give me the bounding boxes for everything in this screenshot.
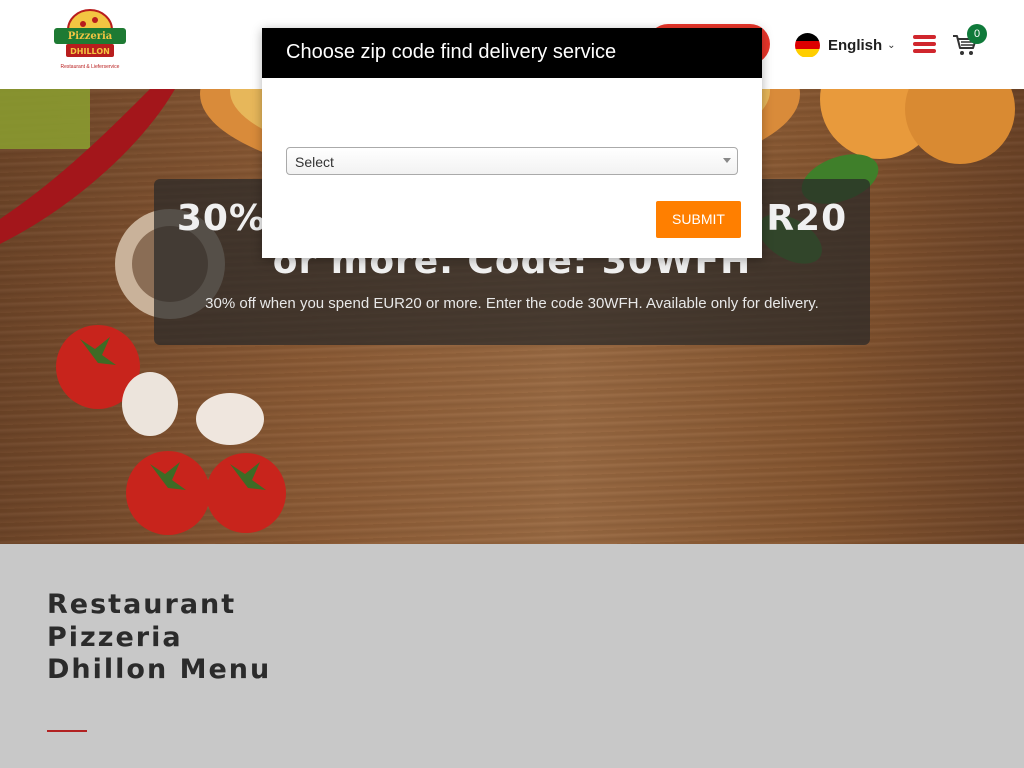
modal-header: Choose zip code find delivery service [262, 28, 762, 78]
select-value: Select [295, 154, 334, 170]
language-selector[interactable]: English ⌄ [795, 32, 896, 58]
pizza-logo-icon: Pizzeria DHILLON [54, 9, 126, 57]
zip-code-select[interactable]: Select [286, 147, 738, 175]
menu-heading: Restaurant Pizzeria Dhillon Menu [47, 589, 272, 685]
heading-underline [47, 730, 87, 732]
logo-tagline: Restaurant & Lieferservice [60, 64, 120, 70]
hamburger-menu-icon[interactable] [913, 35, 936, 53]
zip-code-modal: Choose zip code find delivery service Se… [262, 28, 762, 258]
cart-count-badge: 0 [967, 24, 987, 44]
language-label: English [828, 36, 883, 54]
menu-section: Restaurant Pizzeria Dhillon Menu [0, 544, 1024, 768]
submit-button[interactable]: SUBMIT [656, 201, 741, 238]
dropdown-arrow-icon [723, 158, 731, 163]
germany-flag-icon [795, 32, 820, 58]
svg-text:DHILLON: DHILLON [70, 47, 110, 56]
promo-description: 30% off when you spend EUR20 or more. En… [205, 295, 819, 312]
svg-text:Pizzeria: Pizzeria [68, 31, 113, 42]
modal-title: Choose zip code find delivery service [286, 41, 617, 63]
pizzeria-logo[interactable]: Pizzeria DHILLON Restaurant & Lieferserv… [52, 6, 128, 70]
chevron-down-icon: ⌄ [887, 39, 896, 51]
